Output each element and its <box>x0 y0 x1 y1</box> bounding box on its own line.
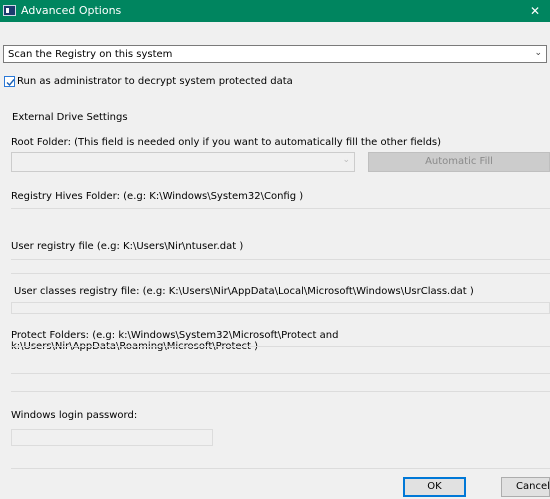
close-icon[interactable]: ✕ <box>520 0 550 22</box>
password-field[interactable] <box>11 429 213 446</box>
user-classes-label: User classes registry file: (e.g: K:\Use… <box>14 286 474 297</box>
protect-folders-field[interactable] <box>11 346 550 347</box>
divider <box>11 273 550 274</box>
chevron-down-icon: ⌄ <box>342 155 350 165</box>
title-bar: Advanced Options ✕ <box>0 0 550 22</box>
user-classes-field[interactable] <box>11 302 550 314</box>
divider <box>11 391 550 392</box>
divider <box>11 468 550 469</box>
root-folder-label: Root Folder: (This field is needed only … <box>11 137 442 148</box>
app-icon <box>3 5 16 16</box>
user-registry-field[interactable] <box>11 259 550 260</box>
checkmark-icon <box>6 79 15 87</box>
registry-hives-field[interactable] <box>11 208 550 209</box>
protect-folders-label: Protect Folders: (e.g: k:\Windows\System… <box>11 330 339 352</box>
ok-button[interactable]: OK <box>403 477 466 497</box>
password-label: Windows login password: <box>11 410 138 421</box>
automatic-fill-button[interactable]: Automatic Fill <box>368 152 550 172</box>
root-folder-dropdown[interactable]: ⌄ <box>11 152 355 172</box>
cancel-button[interactable]: Cancel <box>501 477 550 497</box>
user-registry-label: User registry file (e.g: K:\Users\Nir\nt… <box>11 241 244 252</box>
registry-hives-label: Registry Hives Folder: (e.g: K:\Windows\… <box>11 191 304 202</box>
divider <box>11 373 550 374</box>
run-as-admin-checkbox[interactable] <box>4 76 15 87</box>
external-drive-heading: External Drive Settings <box>12 112 128 123</box>
run-as-admin-label: Run as administrator to decrypt system p… <box>17 76 293 87</box>
scan-source-dropdown[interactable]: Scan the Registry on this system ⌄ <box>3 45 547 63</box>
window-title: Advanced Options <box>21 4 122 17</box>
scan-source-value: Scan the Registry on this system <box>8 49 173 60</box>
chevron-down-icon: ⌄ <box>534 48 542 58</box>
